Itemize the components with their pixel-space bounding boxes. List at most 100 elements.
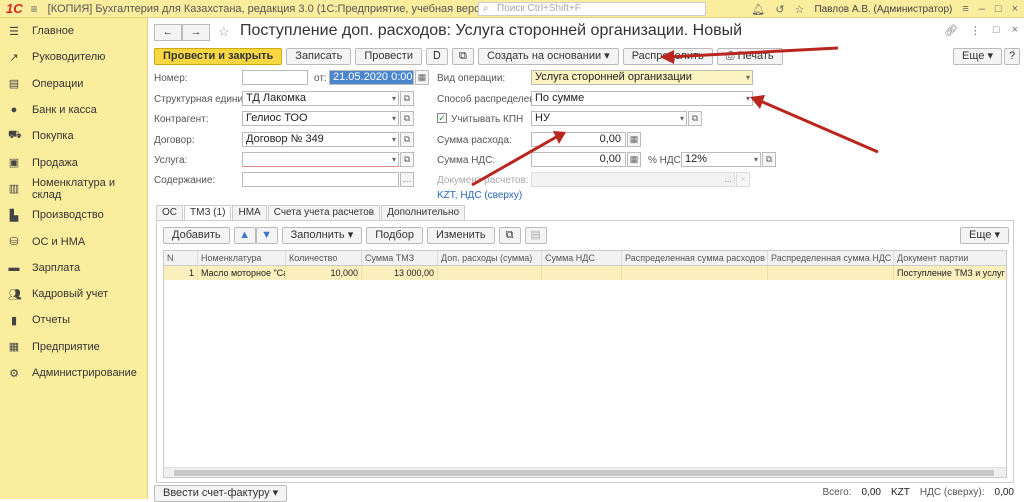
expense-sum-input[interactable]: 0,00 — [531, 132, 626, 147]
change-button[interactable]: Изменить — [426, 227, 495, 244]
copy-icon[interactable]: ⧉ — [498, 227, 521, 244]
chevron-down-icon: ▾ — [745, 94, 750, 103]
post-button[interactable]: Провести — [355, 48, 422, 65]
sidebar-item-operations[interactable]: ▤ Операции — [0, 71, 147, 97]
sidebar-item-manager[interactable]: ↗ Руководителю — [0, 44, 147, 70]
column-header[interactable]: Количество — [286, 251, 362, 265]
vat-sum-input[interactable]: 0,00 — [531, 152, 626, 167]
sidebar-item-salary[interactable]: ▬ Зарплата — [0, 255, 147, 281]
sidebar-item-reports[interactable]: ▮ Отчеты — [0, 307, 147, 333]
horizontal-scrollbar[interactable] — [164, 467, 1006, 477]
move-up-icon[interactable]: ▲ — [233, 227, 256, 244]
cell-extra-expenses — [438, 266, 542, 280]
open-icon[interactable]: ⧉ — [400, 132, 414, 147]
minimize-icon[interactable]: – — [979, 3, 985, 15]
more-button[interactable]: Еще ▾ — [953, 48, 1002, 65]
tab-additional[interactable]: Дополнительно — [381, 205, 466, 220]
help-button[interactable]: ? — [1004, 48, 1020, 65]
cell-vat — [542, 266, 622, 280]
pick-button[interactable]: Подбор — [366, 227, 423, 244]
table-header: N Номенклатура Количество Сумма ТМЗ Доп.… — [164, 251, 1006, 266]
currency-vat-link[interactable]: KZT, НДС (сверху) — [437, 190, 522, 201]
scrollbar-thumb[interactable] — [174, 470, 994, 476]
calendar-icon[interactable]: ▦ — [415, 70, 429, 85]
form-maximize-icon[interactable]: □ — [993, 24, 1000, 37]
favorite-star-icon[interactable]: ☆ — [218, 24, 230, 40]
sidebar-item-main[interactable]: ☰ Главное — [0, 18, 147, 44]
star-icon[interactable]: ☆ — [795, 3, 805, 16]
add-row-button[interactable]: Добавить — [163, 227, 230, 244]
more-vertical-icon[interactable]: ⋮ — [970, 24, 981, 37]
forward-button[interactable]: → — [182, 24, 210, 41]
bell-icon[interactable]: 🔔︎ — [751, 3, 765, 16]
print-icon: ⎙ — [725, 50, 738, 62]
sidebar-item-warehouse[interactable]: ▥ Номенклатура и склад — [0, 176, 147, 202]
close-icon[interactable]: × — [1012, 3, 1018, 15]
open-icon[interactable]: ⧉ — [688, 111, 702, 126]
calculator-icon[interactable]: ▦ — [627, 152, 641, 167]
settings-menu-icon[interactable]: ≡ — [962, 3, 968, 15]
vat-rate-select[interactable]: 12% ▾ — [681, 152, 761, 167]
calculator-icon[interactable]: ▦ — [627, 132, 641, 147]
column-header[interactable]: Распределенная сумма НДС — [768, 251, 894, 265]
open-icon[interactable]: ⧉ — [400, 91, 414, 106]
content-input[interactable] — [242, 172, 399, 187]
date-from-label: от: — [314, 73, 327, 84]
history-icon[interactable]: ↺ — [775, 3, 784, 16]
maximize-icon[interactable]: □ — [995, 3, 1002, 15]
print-button[interactable]: ⎙ Печать — [716, 48, 783, 65]
column-header[interactable]: Документ партии — [894, 251, 1006, 265]
save-button[interactable]: Записать — [286, 48, 352, 65]
app-logo: 1С — [6, 1, 23, 16]
column-header[interactable]: Номенклатура — [198, 251, 286, 265]
current-user[interactable]: Павлов А.В. (Администратор) — [814, 4, 952, 15]
sidebar-item-admin[interactable]: ⚙ Администрирование — [0, 360, 147, 386]
hamburger-icon[interactable]: ≡ — [31, 2, 38, 16]
kpn-select[interactable]: НУ ▾ — [531, 111, 687, 126]
column-header[interactable]: Сумма НДС — [542, 251, 622, 265]
distribute-button[interactable]: Распределить — [622, 48, 713, 65]
contract-input[interactable]: Договор № 349 ▾ — [242, 132, 399, 147]
contractor-input[interactable]: Гелиос ТОО ▾ — [242, 111, 399, 126]
date-input[interactable]: 21.05.2020 0:00:00 — [329, 70, 414, 85]
post-and-close-button[interactable]: Провести и закрыть — [154, 48, 283, 65]
column-header[interactable]: Доп. расходы (сумма) — [438, 251, 542, 265]
open-icon[interactable]: ⧉ — [400, 111, 414, 126]
tab-intangible[interactable]: НМА — [232, 205, 267, 220]
number-input[interactable] — [242, 70, 308, 85]
enter-invoice-button[interactable]: Ввести счет-фактуру ▾ — [154, 485, 288, 502]
open-icon[interactable]: ⧉ — [400, 152, 414, 167]
column-header[interactable]: Распределенная сумма расходов — [622, 251, 768, 265]
ledger-dt-kt-icon[interactable]: Ꭰ — [425, 48, 448, 65]
dist-method-select[interactable]: По сумме ▾ — [531, 91, 753, 106]
sidebar-item-hr[interactable]: 👥︎ Кадровый учет — [0, 281, 147, 307]
kpn-checkbox[interactable]: ✓ — [437, 113, 447, 123]
op-type-select[interactable]: Услуга сторонней организации ▾ — [531, 70, 753, 85]
create-based-on-button[interactable]: Создать на основании ▾ — [477, 48, 619, 65]
column-header[interactable]: Сумма ТМЗ — [362, 251, 438, 265]
open-icon[interactable]: ⧉ — [762, 152, 776, 167]
back-button[interactable]: ← — [154, 24, 182, 41]
column-header[interactable]: N — [164, 251, 198, 265]
global-search-input[interactable]: ⌕ Поиск Ctrl+Shift+F — [478, 2, 706, 16]
sidebar-item-purchase[interactable]: ⛟ Покупка — [0, 123, 147, 149]
sidebar-item-assets[interactable]: ⛁ ОС и НМА — [0, 228, 147, 254]
structure-icon[interactable]: ⧉ — [451, 48, 474, 65]
fill-button[interactable]: Заполнить ▾ — [281, 227, 363, 244]
tab-settlement-accounts[interactable]: Счета учета расчетов — [267, 205, 381, 220]
sidebar-item-sales[interactable]: ▣ Продажа — [0, 149, 147, 175]
tab-inventory[interactable]: ТМЗ (1) — [184, 205, 232, 221]
service-input[interactable]: ▾ — [242, 152, 399, 167]
ellipsis-icon[interactable]: … — [400, 172, 414, 187]
tab-fixed-assets[interactable]: ОС — [156, 205, 183, 220]
sidebar-item-enterprise[interactable]: ▦ Предприятие — [0, 334, 147, 360]
sidebar-item-bank[interactable]: ● Банк и касса — [0, 97, 147, 123]
table-more-button[interactable]: Еще ▾ — [960, 227, 1009, 244]
struct-unit-input[interactable]: ТД Лакомка ▾ — [242, 91, 399, 106]
table-row[interactable]: 1 Масло моторное "Cast... 10,000 13 000,… — [164, 266, 1006, 280]
chevron-down-icon: ▾ — [391, 94, 396, 103]
form-close-icon[interactable]: × — [1012, 24, 1018, 37]
sidebar-item-production[interactable]: ▙ Производство — [0, 202, 147, 228]
move-down-icon[interactable]: ▼ — [255, 227, 278, 244]
link-icon[interactable]: 🔗︎ — [944, 24, 958, 37]
